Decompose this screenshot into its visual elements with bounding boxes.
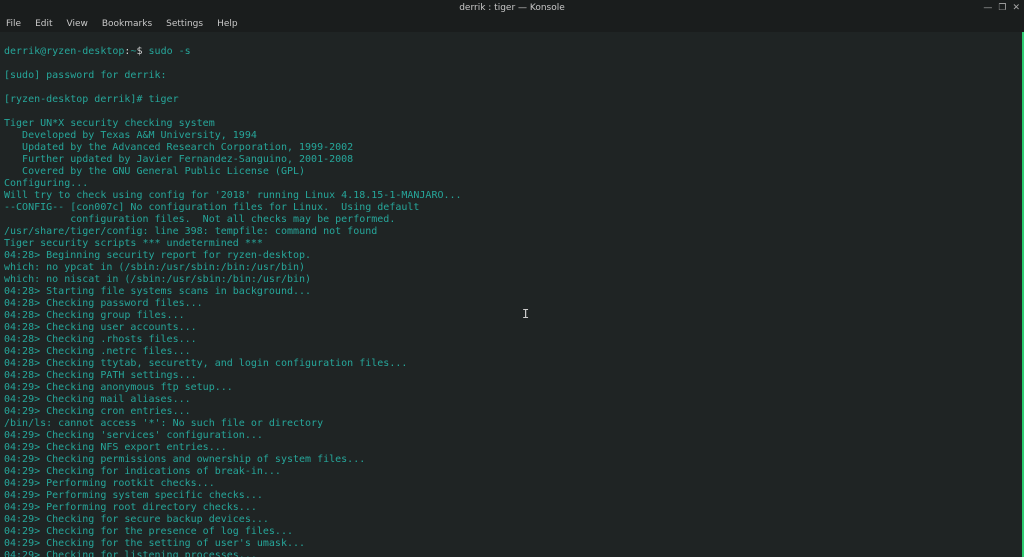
terminal-line: configuration files. Not all checks may … — [4, 214, 1018, 226]
terminal-line: Configuring... — [4, 178, 1018, 190]
menu-bookmarks[interactable]: Bookmarks — [102, 19, 152, 29]
terminal-line: 04:29> Checking for secure backup device… — [4, 514, 1018, 526]
terminal-line: /usr/share/tiger/config: line 398: tempf… — [4, 226, 1018, 238]
terminal-line: which: no ypcat in (/sbin:/usr/sbin:/bin… — [4, 262, 1018, 274]
terminal-line: 04:29> Checking for the setting of user'… — [4, 538, 1018, 550]
terminal-line: 04:28> Checking group files... — [4, 310, 1018, 322]
terminal-line: 04:28> Beginning security report for ryz… — [4, 250, 1018, 262]
terminal-viewport[interactable]: derrik@ryzen-desktop:~$ sudo -s [sudo] p… — [0, 32, 1024, 557]
menu-bar: File Edit View Bookmarks Settings Help — [0, 16, 1024, 32]
terminal-line: 04:29> Checking for indications of break… — [4, 466, 1018, 478]
terminal-line: Will try to check using config for '2018… — [4, 190, 1018, 202]
terminal-line: 04:29> Performing system specific checks… — [4, 490, 1018, 502]
terminal-line: 04:29> Checking NFS export entries... — [4, 442, 1018, 454]
maximize-icon[interactable]: ❐ — [998, 0, 1006, 16]
terminal-line: [sudo] password for derrik: — [4, 70, 1018, 82]
window-controls: — ❐ ✕ — [983, 0, 1020, 16]
minimize-icon[interactable]: — — [983, 0, 992, 16]
terminal-line: Covered by the GNU General Public Licens… — [4, 166, 1018, 178]
menu-file[interactable]: File — [6, 19, 21, 29]
command-text: sudo -s — [149, 46, 191, 57]
terminal-line: 04:29> Checking for listening processes.… — [4, 550, 1018, 557]
terminal-line: 04:28> Checking ttytab, securetty, and l… — [4, 358, 1018, 370]
terminal-line: [ryzen-desktop derrik]# tiger — [4, 94, 1018, 106]
close-icon[interactable]: ✕ — [1012, 0, 1020, 16]
prompt-sep2: $ — [136, 46, 148, 57]
terminal-line: 04:28> Checking PATH settings... — [4, 370, 1018, 382]
terminal-line: Tiger security scripts *** undetermined … — [4, 238, 1018, 250]
terminal-line: 04:29> Checking anonymous ftp setup... — [4, 382, 1018, 394]
terminal-line: which: no niscat in (/sbin:/usr/sbin:/bi… — [4, 274, 1018, 286]
terminal-line: derrik@ryzen-desktop:~$ sudo -s — [4, 46, 1018, 58]
terminal-line: --CONFIG-- [con007c] No configuration fi… — [4, 202, 1018, 214]
terminal-line: 04:29> Checking for the presence of log … — [4, 526, 1018, 538]
menu-settings[interactable]: Settings — [166, 19, 203, 29]
menu-edit[interactable]: Edit — [35, 19, 52, 29]
window-title: derrik : tiger — Konsole — [459, 3, 565, 13]
menu-help[interactable]: Help — [217, 19, 238, 29]
prompt-userhost: derrik@ryzen-desktop — [4, 46, 124, 57]
terminal-line: 04:29> Performing root directory checks.… — [4, 502, 1018, 514]
terminal-line: 04:29> Performing rootkit checks... — [4, 478, 1018, 490]
terminal-line: /bin/ls: cannot access '*': No such file… — [4, 418, 1018, 430]
prompt-root: [ryzen-desktop derrik]# — [4, 94, 149, 105]
command-text: tiger — [149, 94, 179, 105]
terminal-line: 04:28> Checking password files... — [4, 298, 1018, 310]
terminal-line: 04:28> Starting file systems scans in ba… — [4, 286, 1018, 298]
terminal-line: 04:29> Checking cron entries... — [4, 406, 1018, 418]
terminal-line: 04:29> Checking mail aliases... — [4, 394, 1018, 406]
terminal-line: Updated by the Advanced Research Corpora… — [4, 142, 1018, 154]
terminal-line: 04:28> Checking .netrc files... — [4, 346, 1018, 358]
window-titlebar: derrik : tiger — Konsole — ❐ ✕ — [0, 0, 1024, 16]
terminal-line: 04:29> Checking 'services' configuration… — [4, 430, 1018, 442]
terminal-line: 04:28> Checking user accounts... — [4, 322, 1018, 334]
terminal-line: Further updated by Javier Fernandez-Sang… — [4, 154, 1018, 166]
menu-view[interactable]: View — [67, 19, 88, 29]
terminal-line: 04:28> Checking .rhosts files... — [4, 334, 1018, 346]
terminal-line: Developed by Texas A&M University, 1994 — [4, 130, 1018, 142]
terminal-line: Tiger UN*X security checking system — [4, 118, 1018, 130]
terminal-line: 04:29> Checking permissions and ownershi… — [4, 454, 1018, 466]
